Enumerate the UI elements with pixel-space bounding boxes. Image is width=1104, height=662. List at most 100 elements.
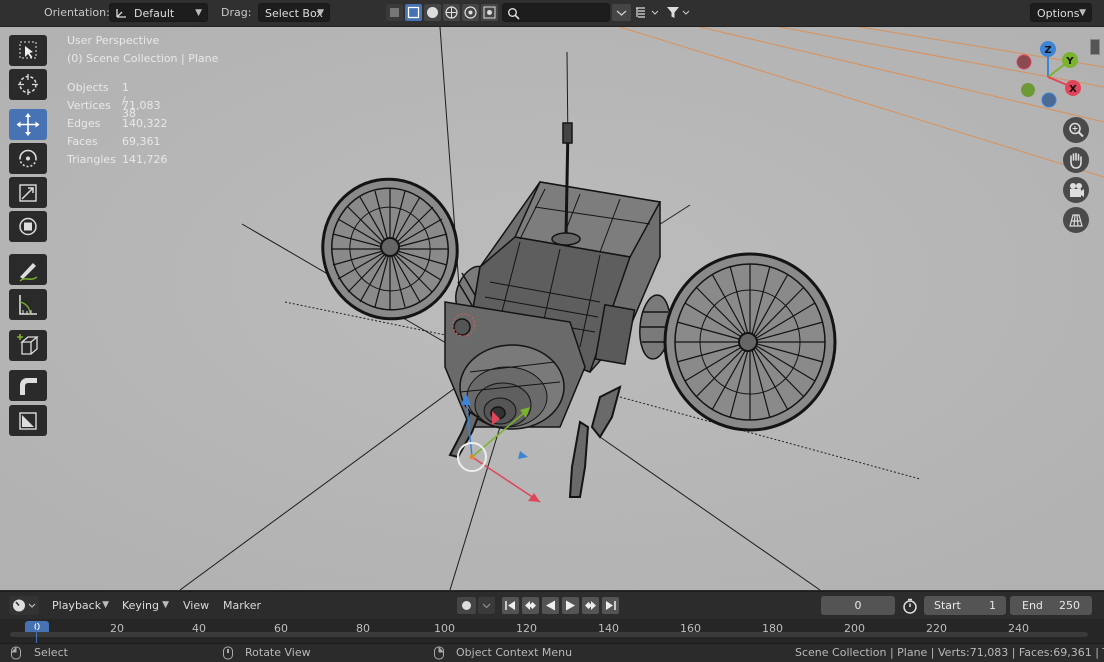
bevel-icon	[20, 378, 37, 395]
end-frame-field[interactable]: End 250	[1010, 596, 1092, 615]
current-frame-field[interactable]: 0	[821, 596, 895, 615]
tool-bevel[interactable]	[9, 370, 47, 401]
options-dropdown[interactable]: Options ▼	[1030, 3, 1092, 22]
chevron-down-icon	[482, 603, 491, 609]
tool-move[interactable]	[9, 109, 47, 140]
camera-icon	[1070, 183, 1084, 197]
stat-edges: Edges 140,322	[67, 117, 168, 130]
keying-menu[interactable]: Keying ▼	[116, 596, 174, 615]
editor-type-button[interactable]	[9, 596, 39, 615]
stat-objects: Objects 1 / 38	[67, 81, 136, 120]
rendered-shading-icon[interactable]	[462, 4, 479, 21]
status-rotate: Rotate View	[245, 646, 311, 659]
tool-scale[interactable]	[9, 177, 47, 208]
camera-view-button[interactable]	[1063, 177, 1089, 203]
collection-label: (0) Scene Collection | Plane	[67, 52, 219, 65]
search-field[interactable]	[502, 3, 610, 22]
solid-shading-icon[interactable]	[424, 4, 441, 21]
grid-icon	[1069, 214, 1083, 227]
record-icon	[462, 601, 471, 610]
xray-toggle-icon[interactable]	[386, 4, 403, 21]
next-keyframe-icon	[585, 601, 596, 610]
svg-text:X: X	[1069, 84, 1077, 95]
material-shading-icon[interactable]	[443, 4, 460, 21]
hand-icon	[1070, 152, 1082, 169]
timeline-scrollbar[interactable]	[10, 632, 1088, 637]
jump-start-icon	[505, 601, 515, 610]
marker-menu[interactable]: Marker	[223, 599, 261, 612]
play-icon	[566, 600, 575, 611]
playhead-line	[36, 621, 37, 643]
orientation-label: Orientation:	[44, 6, 110, 19]
svg-text:Y: Y	[1065, 56, 1074, 67]
orientation-icon	[116, 9, 126, 18]
record-button[interactable]	[457, 597, 476, 614]
tool-annotate[interactable]	[9, 254, 47, 285]
mouse-left-icon	[11, 646, 21, 660]
mouse-right-icon	[434, 646, 444, 660]
chevron-down-icon: ▼	[317, 8, 324, 18]
region-toggle-icon[interactable]	[1090, 39, 1100, 55]
extrude-icon	[19, 412, 37, 430]
view-menu[interactable]: View	[183, 599, 209, 612]
drag-label: Drag:	[221, 6, 252, 19]
annotate-icon	[19, 263, 38, 282]
tool-rotate[interactable]	[9, 143, 47, 174]
camera-pod	[444, 301, 586, 430]
svg-text:Z: Z	[1044, 45, 1051, 56]
play-button[interactable]	[562, 597, 579, 614]
prev-keyframe-button[interactable]	[522, 597, 539, 614]
zoom-view-button[interactable]	[1063, 117, 1089, 143]
search-icon	[508, 8, 520, 20]
status-context: Object Context Menu	[456, 646, 573, 659]
jump-end-button[interactable]	[602, 597, 619, 614]
next-keyframe-button[interactable]	[582, 597, 599, 614]
start-frame-field[interactable]: Start 1	[924, 596, 1006, 615]
playback-menu[interactable]: Playback ▼	[46, 596, 114, 615]
stat-triangles: Triangles 141,726	[67, 153, 168, 166]
keyframe-options-button[interactable]	[478, 597, 495, 614]
status-bar: Select Rotate View Object Context Menu S…	[0, 643, 1104, 662]
play-reverse-icon	[546, 600, 555, 611]
options-label: Options	[1037, 7, 1080, 20]
play-reverse-button[interactable]	[542, 597, 559, 614]
tool-select-box[interactable]	[9, 35, 47, 66]
drag-dropdown[interactable]: Select Box ▼	[258, 3, 330, 22]
right-propeller	[663, 252, 837, 432]
navigation-gizmo[interactable]: Z Y X	[1010, 39, 1096, 111]
chevron-down-icon: ▼	[1079, 8, 1086, 18]
timeline-ruler[interactable]: 0 20 40 60 80 100 120 140 160 180 200 22…	[0, 619, 1104, 643]
mouse-middle-icon	[223, 646, 233, 660]
tool-transform[interactable]	[9, 211, 47, 242]
prev-keyframe-icon	[525, 601, 536, 610]
move-icon	[16, 113, 40, 136]
tool-measure[interactable]	[9, 289, 47, 320]
timeline-header: Playback ▼ Keying ▼ View Marker 0 Start 1 …	[0, 591, 1104, 620]
outliner-display-icon[interactable]	[633, 4, 662, 21]
measure-icon	[19, 295, 37, 315]
add-cube-icon	[17, 334, 39, 355]
transform-icon	[19, 217, 37, 236]
status-select: Select	[34, 646, 68, 659]
stopwatch-icon[interactable]	[901, 597, 919, 615]
clock-icon	[13, 599, 36, 612]
jump-start-button[interactable]	[502, 597, 519, 614]
pan-view-button[interactable]	[1063, 147, 1089, 173]
drag-value: Select Box	[265, 7, 323, 20]
zoom-icon	[1069, 122, 1084, 138]
orientation-dropdown[interactable]: Default ▼	[109, 3, 208, 22]
filter-icon[interactable]	[664, 4, 693, 21]
tool-extrude[interactable]	[9, 405, 47, 436]
tool-cursor[interactable]	[9, 69, 47, 100]
shading-options-icon[interactable]	[481, 4, 498, 21]
chevron-down-icon[interactable]	[612, 4, 631, 21]
status-info: Scene Collection | Plane | Verts:71,083 …	[795, 646, 1104, 659]
chevron-down-icon: ▼	[102, 600, 109, 610]
stat-faces: Faces 69,361	[67, 135, 161, 148]
wireframe-shading-icon[interactable]	[405, 4, 422, 21]
ortho-toggle-button[interactable]	[1063, 207, 1089, 233]
perspective-label: User Perspective	[67, 34, 160, 47]
3d-viewport[interactable]: User Perspective (0) Scene Collection | …	[0, 27, 1104, 590]
stat-vertices: Vertices 71,083	[67, 99, 161, 112]
tool-add-cube[interactable]	[9, 330, 47, 361]
